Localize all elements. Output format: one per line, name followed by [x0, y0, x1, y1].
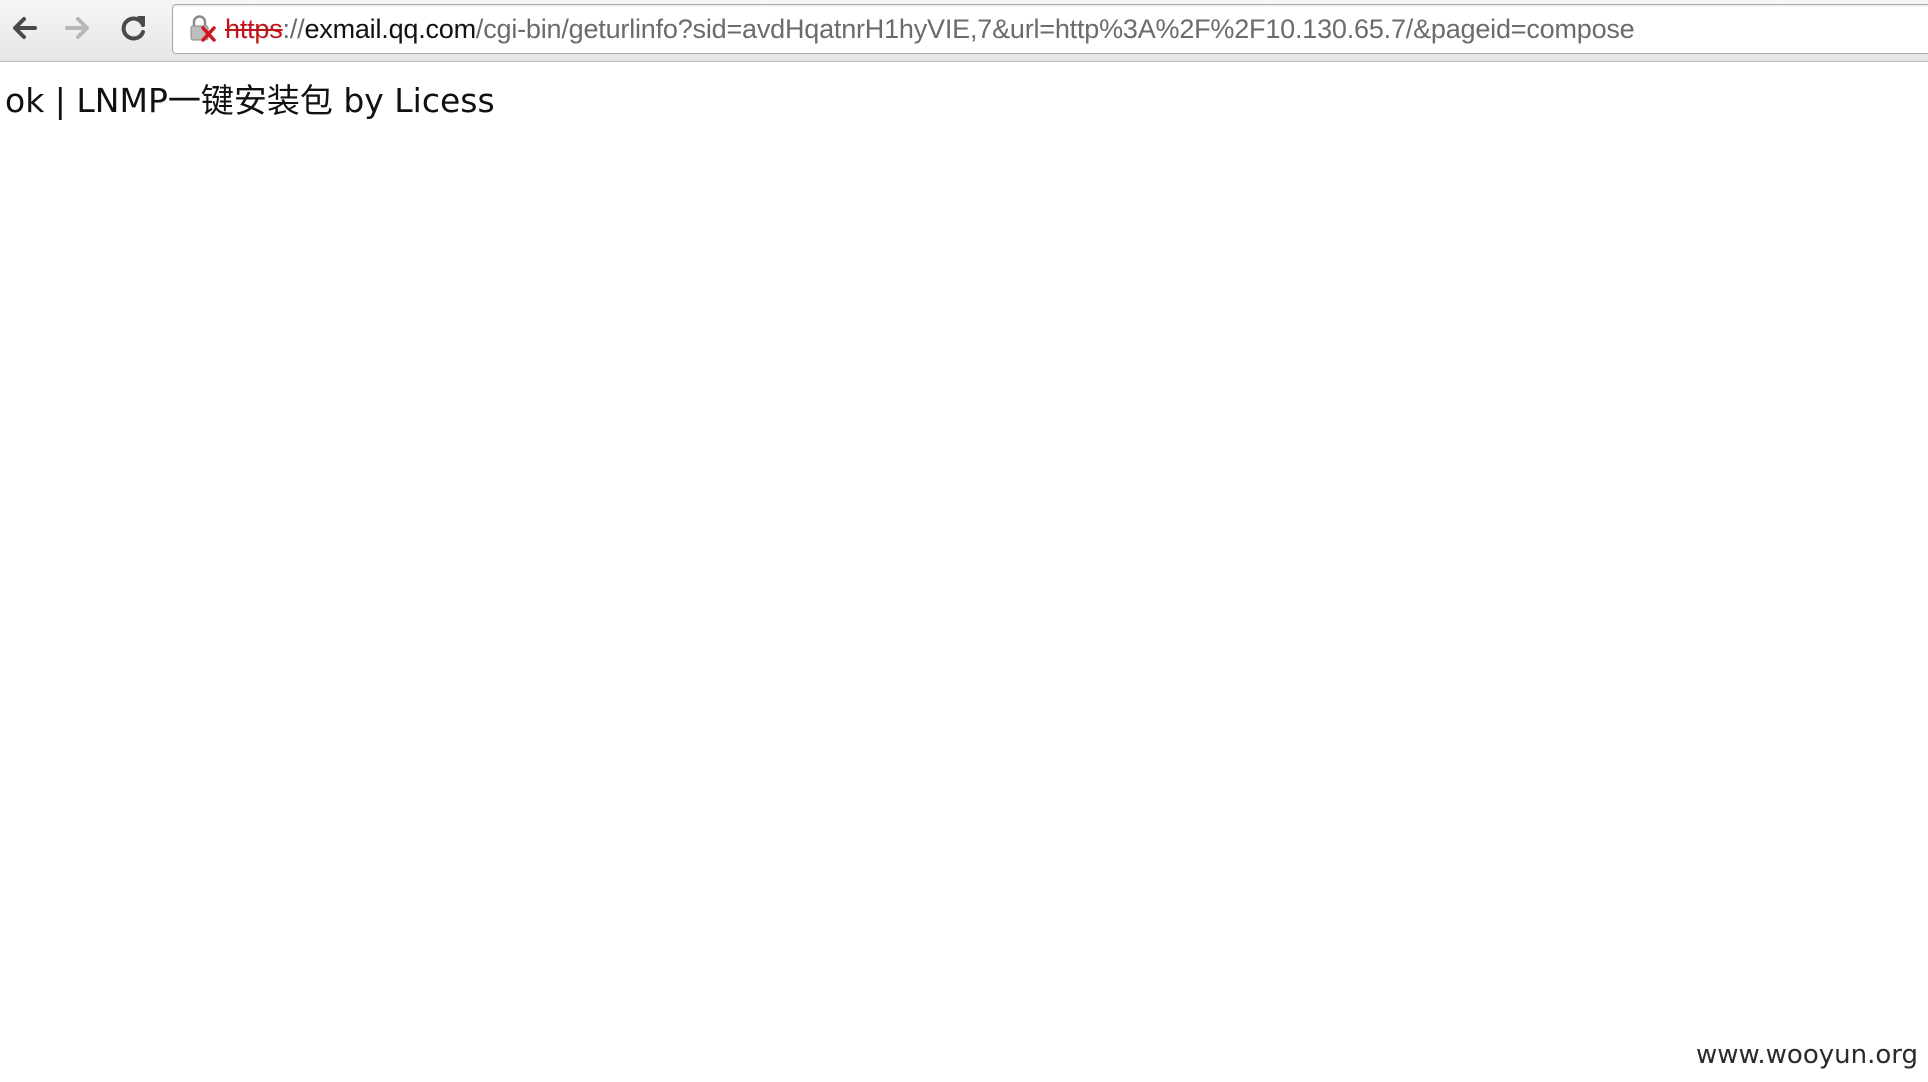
forward-button[interactable]	[56, 6, 100, 50]
watermark-text: www.wooyun.org	[1695, 1040, 1918, 1070]
url-scheme: https	[225, 13, 283, 44]
reload-icon	[121, 16, 145, 41]
back-arrow-icon	[13, 17, 37, 39]
forward-arrow-icon	[65, 17, 89, 39]
url-path: /cgi-bin/geturlinfo?sid=avdHqatnrH1hyVIE…	[475, 13, 1635, 44]
broken-lock-icon[interactable]	[187, 14, 217, 44]
browser-toolbar: https://exmail.qq.com/cgi-bin/geturlinfo…	[0, 0, 1928, 62]
url-text[interactable]: https://exmail.qq.com/cgi-bin/geturlinfo…	[225, 14, 1635, 45]
back-button[interactable]	[2, 6, 46, 50]
address-bar[interactable]: https://exmail.qq.com/cgi-bin/geturlinfo…	[172, 4, 1928, 54]
url-separator: ://	[282, 13, 305, 44]
page-body-text: ok | LNMP一键安装包 by Licess	[5, 81, 495, 120]
reload-button[interactable]	[112, 6, 156, 50]
url-host: exmail.qq.com	[304, 13, 476, 44]
